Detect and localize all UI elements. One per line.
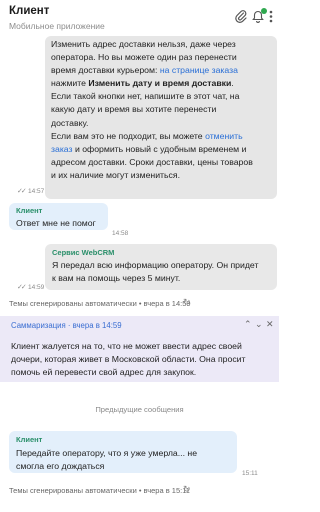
text-line: Я передал всю информацию оператору. Он п…: [52, 260, 259, 270]
text-line: к вам на помощь через 5 минут.: [52, 272, 181, 283]
client-message: Клиент Ответ мне не помог: [9, 203, 108, 230]
chevron-down-icon[interactable]: ⌄: [255, 319, 263, 330]
text-line: Передайте оператору, что я уже умерла...…: [16, 448, 198, 458]
text-line: Если такой кнопки нет, напишите в этот ч…: [51, 91, 240, 102]
topics-status: Темы сгенерированы автоматически • вчера…: [9, 299, 191, 308]
text-line: заказ и оформить новый с удобным времене…: [51, 143, 271, 156]
more-vertical-icon[interactable]: [269, 10, 273, 23]
previous-messages-divider: Предыдущие сообщения: [95, 405, 184, 414]
operator-message-text: Изменить адрес доставки нельзя, даже чер…: [51, 38, 271, 182]
notification-badge: [261, 7, 267, 14]
text-line: дочери, которая живет в Московской облас…: [11, 354, 246, 364]
order-page-link[interactable]: на странице заказа: [160, 65, 238, 75]
message-sender: Клиент: [16, 435, 43, 444]
text-span: нажмите: [51, 78, 89, 89]
double-check-icon: ✓✓: [17, 284, 27, 291]
text-line: какую дату и время вы хотите перенести: [51, 104, 217, 115]
text-line: оператора. Но вы можете один раз перенес…: [51, 52, 237, 63]
message-time: 14:58: [112, 230, 129, 237]
message-time: 15:11: [242, 470, 258, 477]
double-check-icon: ✓✓: [17, 188, 27, 195]
message-sender: Клиент: [16, 206, 43, 215]
chat-title: Клиент: [9, 5, 50, 17]
text-span: Если вам это не подходит, вы можете: [51, 130, 206, 141]
message-text: Ответ мне не помог: [16, 218, 96, 228]
text-span: .: [231, 78, 234, 89]
refresh-icon[interactable]: ↻: [183, 297, 191, 308]
text-line: Если вам это не подходит, вы можете отме…: [51, 130, 271, 143]
attachment-icon[interactable]: [235, 9, 247, 23]
summary-title: Саммаризация · вчера в 14:59: [11, 321, 122, 330]
chat-channel: Мобильное приложение: [9, 21, 105, 31]
text-line: время доставки курьером: на странице зак…: [51, 64, 271, 77]
chat-header: Клиент Мобильное приложение: [0, 0, 279, 36]
message-time: 14:59: [28, 284, 45, 291]
bold-text: Изменить дату и время доставки: [88, 78, 232, 89]
text-line: смогла его дождаться: [16, 460, 105, 471]
topics-status: Темы сгенерированы автоматически • вчера…: [9, 486, 190, 495]
text-line: Клиент жалуется на то, что не может ввес…: [11, 341, 242, 351]
summary-text: Клиент жалуется на то, что не может ввес…: [11, 340, 273, 379]
bot-message: Сервис WebCRM Я передал всю информацию о…: [45, 244, 277, 290]
text-line: помочь ей перевести свой адрес для закуп…: [11, 367, 197, 377]
summary-panel: Саммаризация · вчера в 14:59 ⌃ ⌄ ✕ Клиен…: [0, 316, 279, 382]
header-actions: [235, 7, 273, 23]
message-time: 14:57: [28, 188, 45, 195]
text-line: нажмите Изменить дату и время доставки.: [51, 77, 271, 90]
text-line: доставку.: [51, 117, 89, 128]
notifications-button[interactable]: [252, 7, 267, 23]
text-span: и оформить новый с удобным временем и: [72, 143, 247, 154]
cancel-order-link[interactable]: отменить: [205, 131, 243, 141]
text-line: и их наличие могут измениться.: [51, 169, 181, 180]
client-message: Клиент Передайте оператору, что я уже ум…: [9, 431, 237, 473]
text-line: Изменить адрес доставки нельзя, даже чер…: [51, 39, 236, 49]
message-text: Передайте оператору, что я уже умерла...…: [16, 447, 232, 472]
refresh-icon[interactable]: ↻: [183, 484, 191, 495]
chevron-up-icon[interactable]: ⌃: [244, 319, 252, 330]
text-span: время доставки курьером:: [51, 65, 160, 76]
message-sender: Сервис WebCRM: [52, 248, 115, 257]
message-text: Я передал всю информацию оператору. Он п…: [52, 259, 274, 284]
close-icon[interactable]: ✕: [266, 319, 274, 330]
text-line: адресом доставки. Сроки доставки, цены т…: [51, 156, 253, 167]
cancel-order-link-cont[interactable]: заказ: [51, 144, 73, 154]
